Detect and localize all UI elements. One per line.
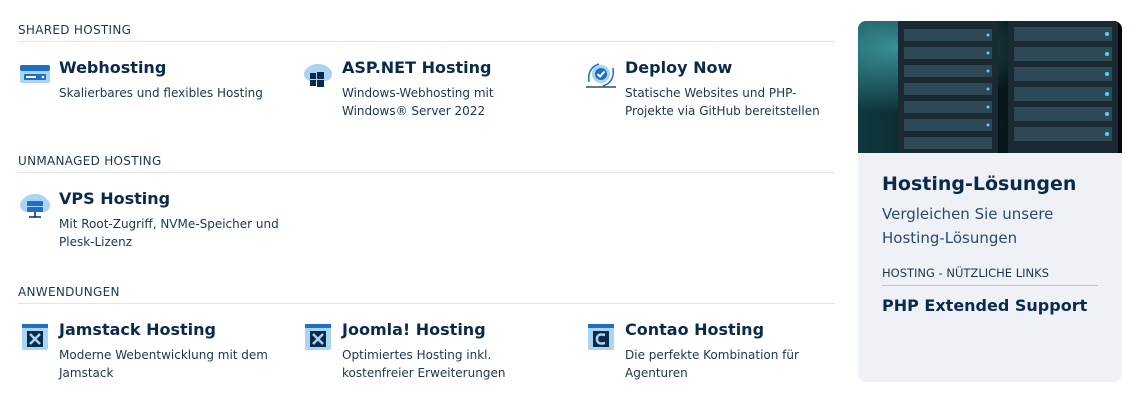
item-title: VPS Hosting (59, 189, 171, 208)
server-rack-photo (858, 21, 1122, 153)
section-anwendungen: ANWENDUNGEN Jamstack Hosting Moderne Web… (18, 280, 835, 397)
panel-subtitle[interactable]: Vergleichen Sie unsere Hosting-Lösungen (882, 202, 1102, 250)
server-stack-icon (20, 65, 50, 83)
item-title: Contao Hosting (625, 320, 765, 339)
item-description: Skalierbares und flexibles Hosting (59, 86, 263, 100)
item-description: Mit Root-Zugriff, NVMe-Speicher und Ples… (59, 217, 279, 249)
item-description: Optimiertes Hosting inkl. kostenfreier E… (342, 348, 506, 380)
item-title: Webhosting (59, 58, 167, 77)
panel-title: Hosting-Lösungen (882, 173, 1077, 195)
link-php-extended-support[interactable]: PHP Extended Support (882, 296, 1087, 315)
hosting-solutions-panel: Hosting-Lösungen Vergleichen Sie unsere … (858, 21, 1122, 382)
useful-links-heading: HOSTING - NÜTZLICHE LINKS (882, 266, 1098, 286)
item-title: Deploy Now (625, 58, 733, 77)
section-heading: SHARED HOSTING (18, 18, 835, 42)
item-description: Die perfekte Kombination für Agenturen (625, 348, 799, 380)
cloud-server-icon (20, 194, 50, 218)
contao-window-icon (588, 324, 614, 350)
joomla-window-icon (22, 324, 48, 350)
section-heading: UNMANAGED HOSTING (18, 149, 835, 173)
item-title: Jamstack Hosting (59, 320, 216, 339)
section-heading: ANWENDUNGEN (18, 280, 835, 304)
item-description: Statische Websites und PHP-Projekte via … (625, 86, 820, 118)
item-title: ASP.NET Hosting (342, 58, 492, 77)
deploy-check-icon (586, 63, 616, 88)
joomla-window-icon (305, 324, 331, 350)
item-title: Joomla! Hosting (342, 320, 486, 339)
item-description: Moderne Webentwicklung mit dem Jamstack (59, 348, 268, 380)
section-shared-hosting: SHARED HOSTING Webhosting Skalierbares u… (18, 18, 835, 142)
item-description: Windows-Webhosting mit Windows® Server 2… (342, 86, 494, 118)
section-unmanaged-hosting: UNMANAGED HOSTING VPS Hosting Mit Root-Z… (18, 149, 835, 273)
windows-cloud-icon (304, 64, 332, 87)
